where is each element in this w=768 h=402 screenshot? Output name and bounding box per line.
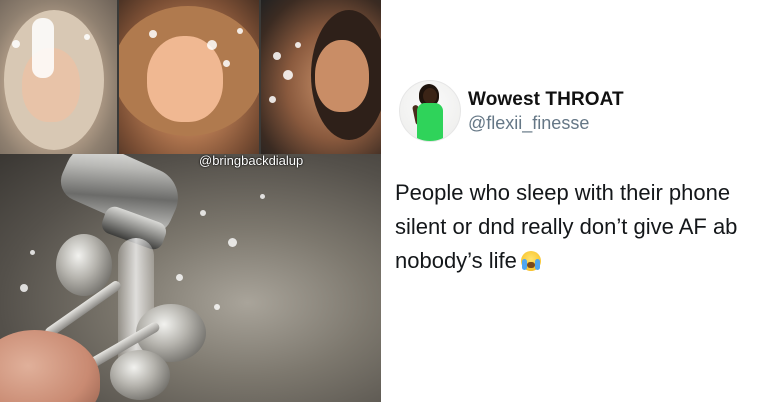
- sink-photo: [0, 154, 381, 402]
- tweet-card: Wowest THROAT @flexii_finesse People who…: [387, 0, 768, 402]
- tweet-text: People who sleep with their phone silent…: [395, 176, 768, 278]
- meme-image: @bringbackdialup: [0, 0, 381, 402]
- username[interactable]: @flexii_finesse: [468, 113, 589, 134]
- reaction-frame-2: [119, 0, 259, 154]
- spoon: [56, 234, 112, 296]
- spoon: [110, 350, 170, 400]
- loudly-crying-face-icon: [520, 251, 541, 271]
- reaction-frame-3: [261, 0, 381, 154]
- tweet-text-line: People who sleep with their phone: [395, 180, 731, 205]
- tweet-text-line: nobody’s life: [395, 244, 768, 278]
- hand: [0, 330, 100, 402]
- reaction-frame-1: [0, 0, 117, 154]
- tweet-text-line: silent or dnd really don’t give AF ab: [395, 214, 738, 239]
- watermark-text: @bringbackdialup: [199, 153, 304, 168]
- reaction-face-strip: [0, 0, 381, 154]
- avatar[interactable]: [399, 80, 461, 142]
- display-name[interactable]: Wowest THROAT: [468, 89, 624, 111]
